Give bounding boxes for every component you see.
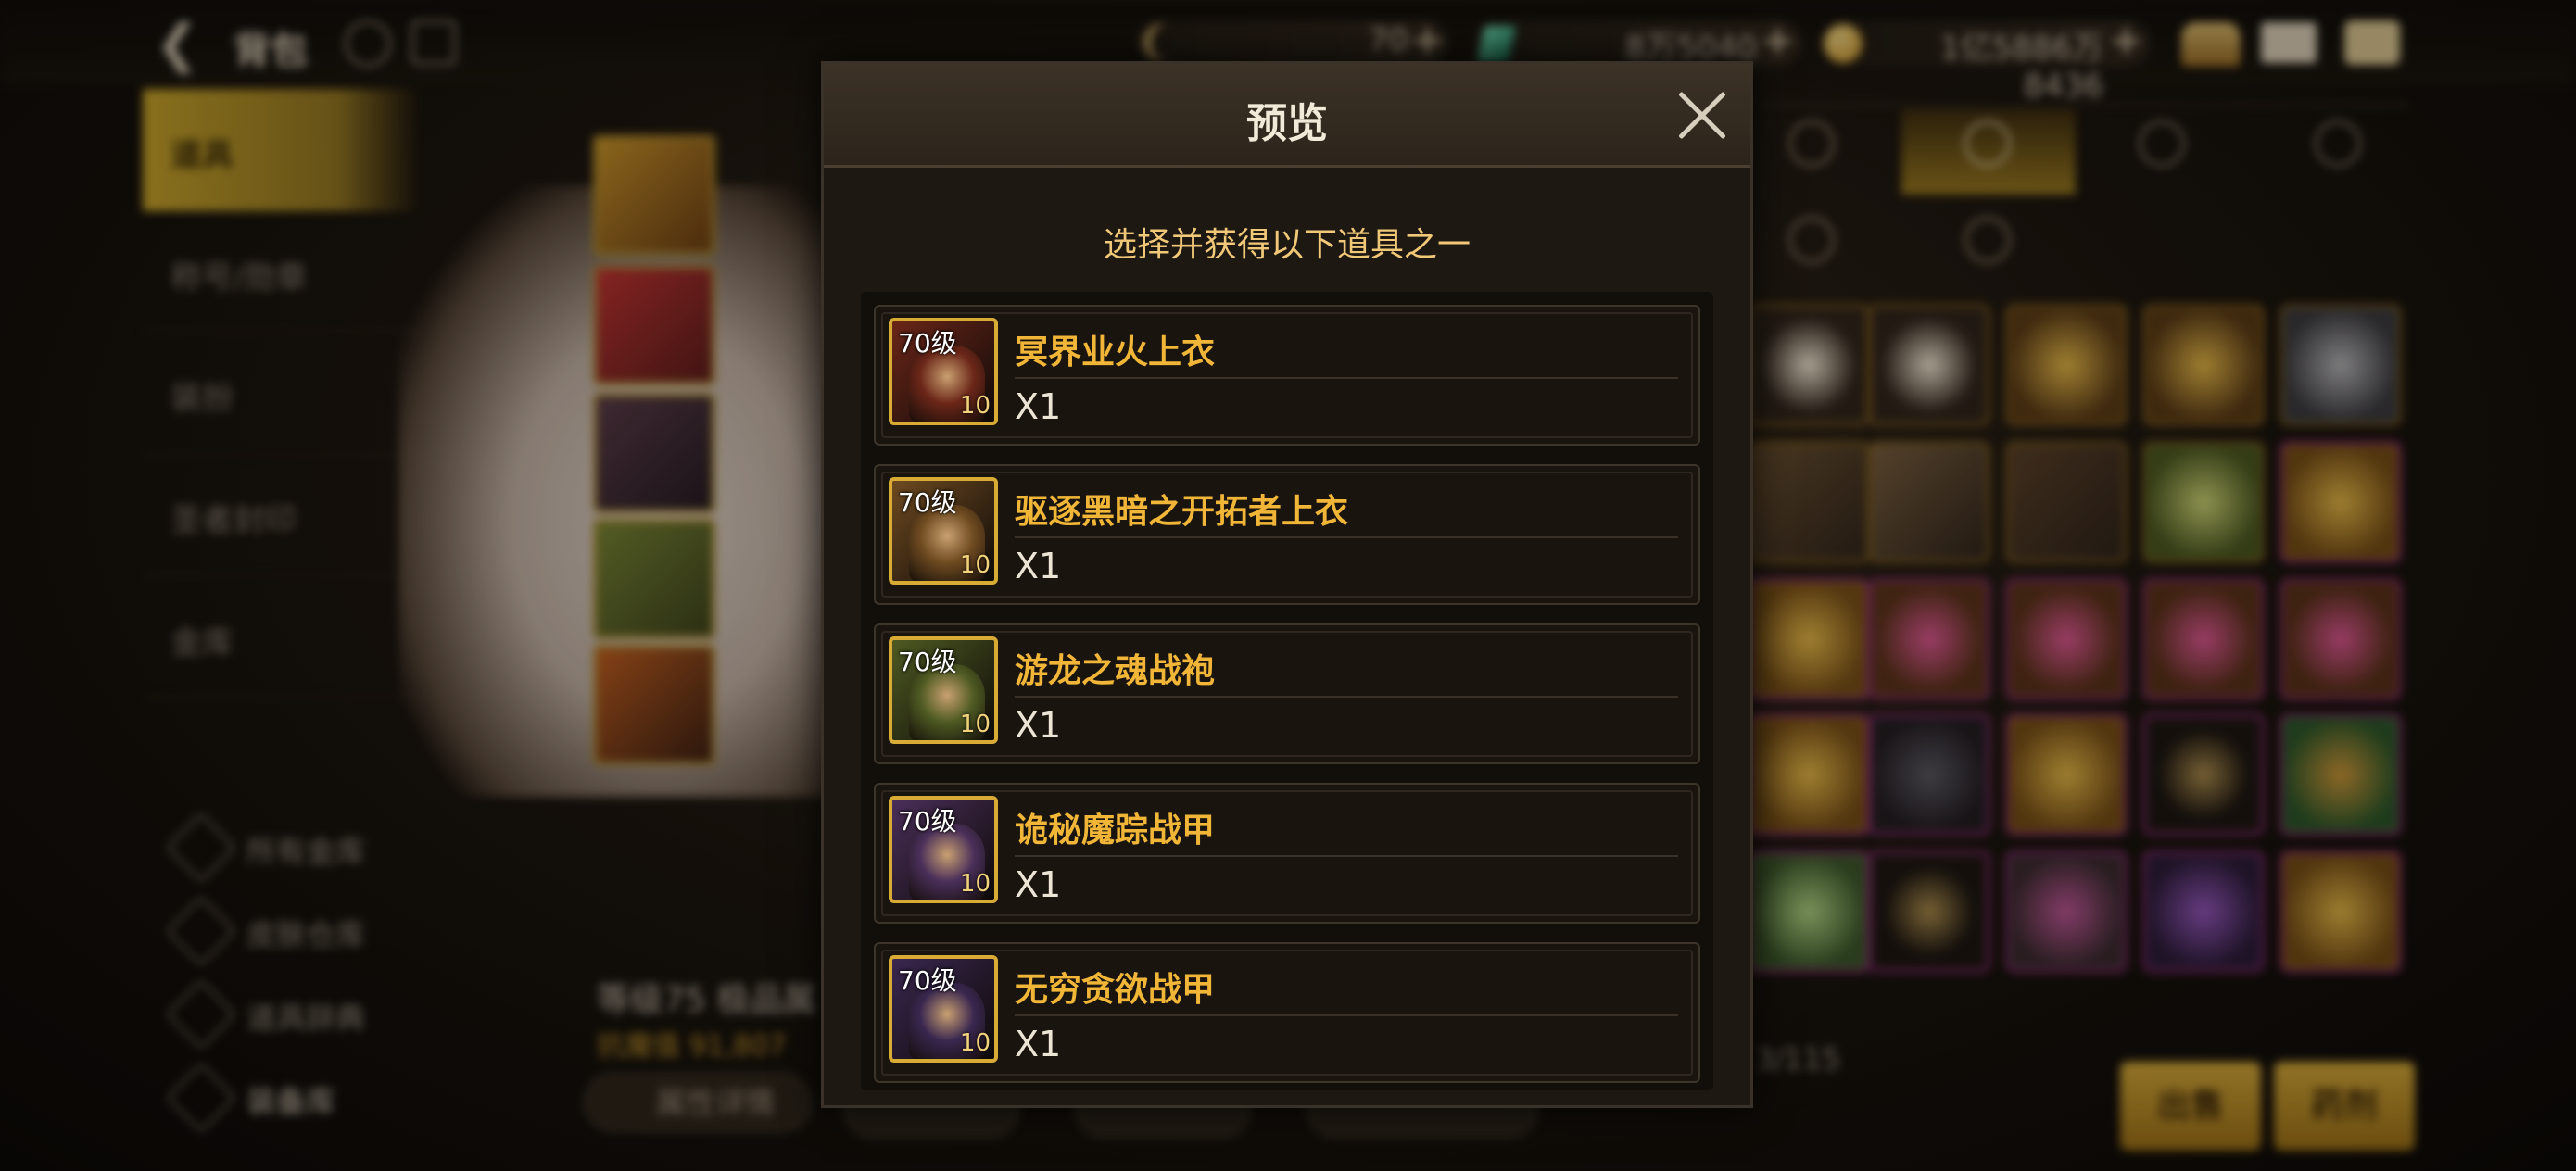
item-name: 冥界业火上衣	[1015, 334, 1216, 371]
item-level: 70级	[898, 647, 957, 677]
dialog-instruction: 选择并获得以下道具之一	[1103, 226, 1471, 264]
item-level: 70级	[898, 806, 957, 837]
item-stack-count: 10	[959, 392, 991, 420]
reward-option[interactable]: 70级 10 驱逐黑暗之开拓者上衣 X1	[874, 464, 1700, 605]
item-name: 游龙之魂战袍	[1015, 652, 1216, 690]
item-thumbnail: 70级 10	[889, 796, 998, 903]
divider	[1015, 536, 1678, 538]
reward-option[interactable]: 70级 10 诡秘魔踪战甲 X1	[874, 783, 1700, 924]
item-stack-count: 10	[959, 870, 991, 898]
item-name: 驱逐黑暗之开拓者上衣	[1015, 493, 1349, 531]
divider	[1015, 855, 1678, 857]
dialog-title: 预览	[1246, 100, 1328, 147]
item-stack-count: 10	[959, 551, 991, 579]
item-name: 诡秘魔踪战甲	[1015, 812, 1216, 850]
item-thumbnail: 70级 10	[889, 955, 998, 1063]
item-stack-count: 10	[959, 711, 991, 738]
close-icon[interactable]	[1676, 90, 1728, 142]
item-thumbnail: 70级 10	[889, 636, 998, 744]
preview-dialog: 预览 选择并获得以下道具之一 70级 10 冥界业火上衣 X1 70级 10 驱…	[821, 61, 1753, 1108]
item-quantity: X1	[1015, 864, 1062, 905]
item-thumbnail: 70级 10	[889, 477, 998, 585]
item-level: 70级	[898, 487, 957, 518]
item-quantity: X1	[1015, 705, 1062, 746]
divider	[1015, 696, 1678, 698]
item-level: 70级	[898, 328, 957, 359]
reward-option[interactable]: 70级 10 无穷贪欲战甲 X1	[874, 942, 1700, 1083]
divider	[1015, 377, 1678, 379]
item-name: 无穷贪欲战甲	[1015, 971, 1216, 1009]
reward-option-frame	[881, 950, 1693, 1076]
reward-option-frame	[881, 790, 1693, 916]
item-quantity: X1	[1015, 1024, 1062, 1064]
game-screen: ❮ 背包 70 + 8万5040 + 1亿5886万8436 + 道具 称号/勋…	[0, 0, 2576, 1171]
reward-option[interactable]: 70级 10 冥界业火上衣 X1	[874, 305, 1700, 446]
item-stack-count: 10	[959, 1029, 991, 1057]
item-level: 70级	[898, 965, 957, 996]
item-thumbnail: 70级 10	[889, 318, 998, 425]
reward-list: 70级 10 冥界业火上衣 X1 70级 10 驱逐黑暗之开拓者上衣 X1 70…	[861, 292, 1713, 1090]
item-quantity: X1	[1015, 546, 1062, 586]
item-quantity: X1	[1015, 386, 1062, 427]
reward-option-frame	[881, 631, 1693, 757]
divider	[1015, 1014, 1678, 1016]
reward-option-frame	[881, 312, 1693, 438]
reward-option[interactable]: 70级 10 游龙之魂战袍 X1	[874, 623, 1700, 764]
